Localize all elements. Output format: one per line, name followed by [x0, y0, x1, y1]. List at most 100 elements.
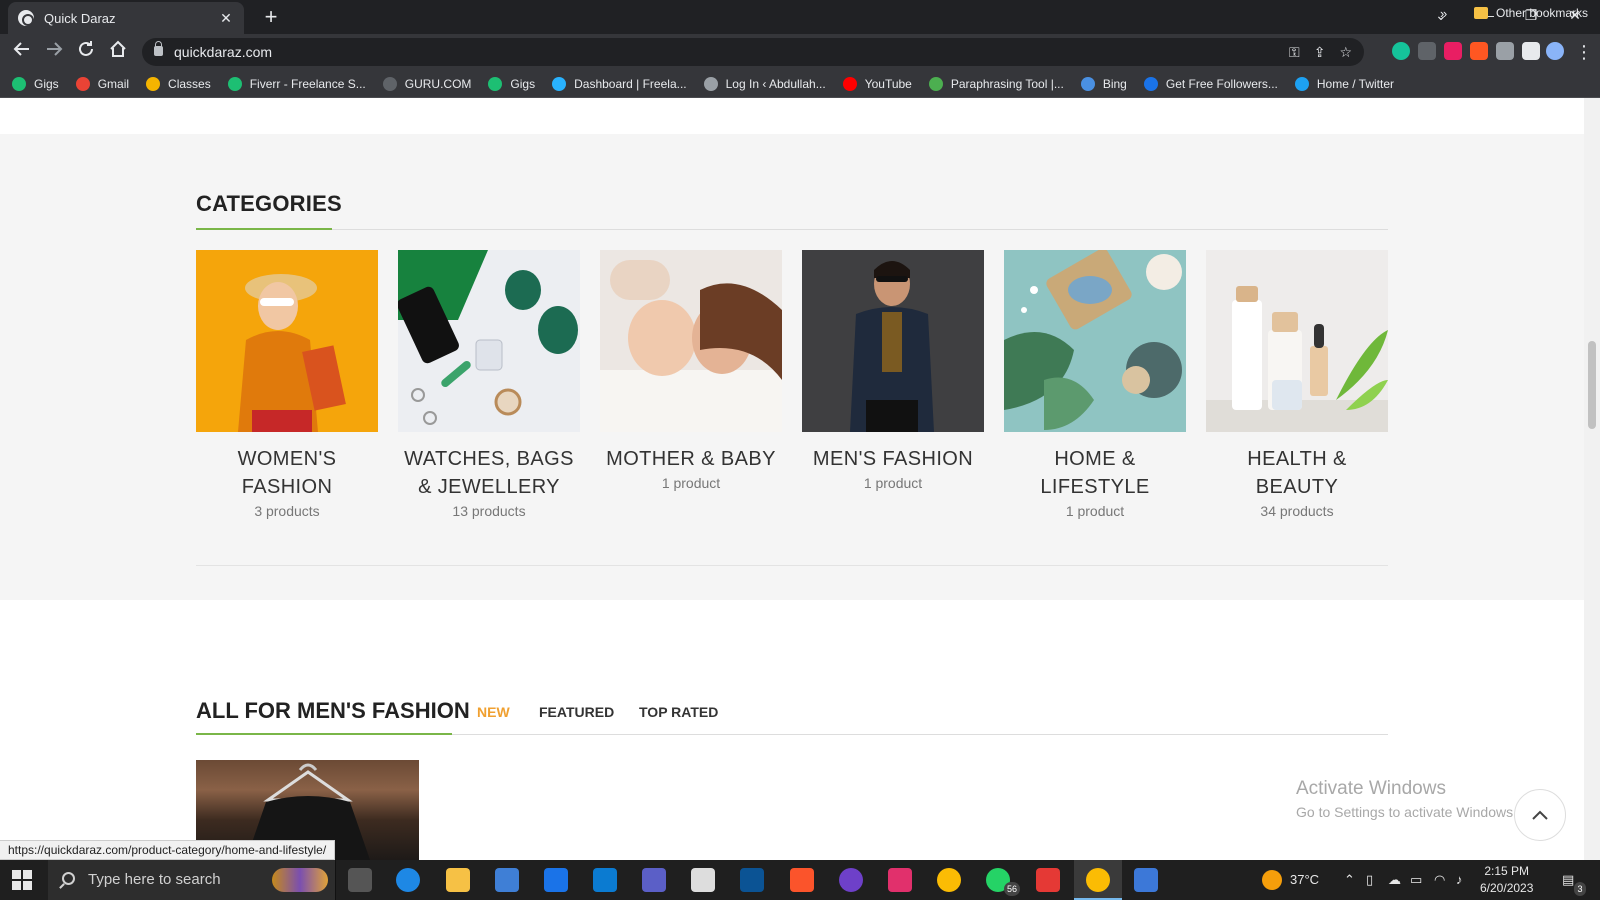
weather-sun-icon[interactable] — [1262, 870, 1282, 890]
tab-top-rated[interactable]: TOP RATED — [639, 704, 718, 720]
mail-icon[interactable] — [544, 868, 568, 892]
menu-kebab-icon[interactable]: ⋮ — [1572, 40, 1596, 64]
tab-close-icon[interactable]: ✕ — [218, 10, 234, 27]
category-image[interactable] — [802, 250, 984, 432]
volume-icon[interactable]: ♪ — [1456, 860, 1463, 900]
share-icon[interactable]: ⇪ — [1314, 38, 1326, 66]
category-image[interactable] — [1206, 250, 1388, 432]
chrome-active-icon[interactable] — [1086, 868, 1110, 892]
bookmark-item[interactable]: Home / Twitter — [1294, 76, 1394, 91]
activate-windows-subtitle: Go to Settings to activate Windows. — [1296, 804, 1517, 820]
bookmark-star-icon[interactable]: ☆ — [1339, 38, 1352, 66]
key-icon[interactable]: ⚿ — [1289, 38, 1300, 66]
bookmark-label: Fiverr - Freelance S... — [249, 76, 366, 91]
tray-chevron-up-icon[interactable]: ⌃ — [1344, 860, 1355, 900]
bookmark-label: Bing — [1102, 76, 1127, 91]
category-name[interactable]: HOME & LIFESTYLE — [1004, 445, 1186, 501]
notification-center-icon[interactable]: ▤ — [1562, 860, 1574, 900]
side-panel-icon[interactable] — [1522, 42, 1540, 60]
weather-temperature[interactable]: 37°C — [1290, 860, 1319, 900]
forward-button[interactable] — [42, 40, 66, 64]
bookmark-label: Get Free Followers... — [1165, 76, 1278, 91]
scroll-to-top-button[interactable] — [1514, 789, 1566, 841]
instagram-icon[interactable] — [888, 868, 912, 892]
bookmark-item[interactable]: GURU.COM — [382, 76, 471, 91]
dev-tool-icon[interactable] — [740, 868, 764, 892]
mens-fashion-heading: ALL FOR MEN'S FASHION — [196, 698, 470, 723]
bookmark-item[interactable]: Bing — [1080, 76, 1127, 91]
bookmark-item[interactable]: Dashboard | Freela... — [552, 76, 687, 91]
butterfly-highlight-icon — [272, 868, 328, 892]
brave-browser-icon[interactable] — [790, 868, 814, 892]
task-view-icon[interactable] — [348, 868, 372, 892]
bookmark-item[interactable]: Classes — [146, 76, 211, 91]
bookmark-label: YouTube — [864, 76, 912, 91]
network-app-icon[interactable] — [1134, 868, 1158, 892]
other-bookmarks[interactable]: Other bookmarks — [1474, 6, 1588, 20]
category-name[interactable]: WOMEN'S FASHION — [196, 445, 378, 501]
chrome-icon[interactable] — [937, 868, 961, 892]
bookmark-item[interactable]: Gmail — [75, 76, 129, 91]
bookmark-favicon-icon — [552, 76, 567, 91]
bookmark-item[interactable]: Paraphrasing Tool |... — [928, 76, 1064, 91]
category-name[interactable]: WATCHES, BAGS & JEWELLERY — [398, 445, 580, 501]
more-bookmarks-chevron-icon[interactable]: » — [1440, 6, 1447, 21]
battery-icon[interactable]: ▭ — [1410, 860, 1422, 900]
home-decor-flatlay-illustration — [1004, 250, 1182, 430]
category-card-watches-bags-jewellery[interactable]: WATCHES, BAGS & JEWELLERY 13 products — [398, 250, 580, 519]
tab-new[interactable]: NEW — [477, 704, 510, 720]
taskbar-search-box[interactable]: Type here to search — [48, 860, 336, 900]
file-explorer-icon[interactable] — [446, 868, 470, 892]
category-name[interactable]: MOTHER & BABY — [600, 445, 782, 473]
microsoft-store-icon[interactable] — [495, 868, 519, 892]
tab-featured[interactable]: FEATURED — [539, 704, 614, 720]
anydesk-icon[interactable] — [1036, 868, 1060, 892]
bookmark-item[interactable]: YouTube — [842, 76, 912, 91]
category-image[interactable] — [600, 250, 782, 432]
profile-avatar[interactable] — [1546, 42, 1564, 60]
grammarly-extension-icon[interactable] — [1392, 42, 1410, 60]
category-card-womens-fashion[interactable]: WOMEN'S FASHION 3 products — [196, 250, 378, 519]
address-bar[interactable]: quickdaraz.com ⚿ ⇪ ☆ — [142, 38, 1364, 66]
category-card-home-lifestyle[interactable]: HOME & LIFESTYLE 1 product — [1004, 250, 1186, 519]
category-card-mens-fashion[interactable]: MEN'S FASHION 1 product — [802, 250, 984, 491]
bookmark-item[interactable]: Fiverr - Freelance S... — [227, 76, 366, 91]
bookmark-label: Gigs — [34, 76, 59, 91]
tray-cloud-icon[interactable]: ☁ — [1388, 860, 1401, 900]
new-tab-button[interactable]: + — [258, 4, 284, 30]
edge-browser-icon[interactable] — [396, 868, 420, 892]
category-name[interactable]: MEN'S FASHION — [802, 445, 984, 473]
bookmark-favicon-icon — [75, 76, 90, 91]
bookmark-item[interactable]: Gigs — [12, 76, 59, 91]
power-automate-icon[interactable] — [642, 868, 666, 892]
category-name[interactable]: HEALTH & BEAUTY — [1206, 445, 1388, 501]
page-scrollbar[interactable] — [1584, 98, 1600, 860]
extension-icon[interactable] — [1470, 42, 1488, 60]
tray-device-icon[interactable]: ▯ — [1366, 860, 1373, 900]
category-card-health-beauty[interactable]: HEALTH & BEAUTY 34 products — [1206, 250, 1388, 519]
vscode-icon[interactable] — [593, 868, 617, 892]
category-image[interactable] — [196, 250, 378, 432]
system-clock[interactable]: 2:15 PM 6/20/2023 — [1480, 863, 1533, 897]
bookmark-favicon-icon — [703, 76, 718, 91]
puzzle-icon[interactable] — [1496, 42, 1514, 60]
extension-icon[interactable] — [1418, 42, 1436, 60]
reload-button[interactable] — [74, 40, 98, 64]
bookmark-item[interactable]: Log In ‹ Abdullah... — [703, 76, 826, 91]
scrollbar-thumb[interactable] — [1588, 341, 1596, 429]
wifi-icon[interactable]: ◠ — [1434, 860, 1445, 900]
bookmark-item[interactable]: Gigs — [488, 76, 535, 91]
app-icon[interactable] — [691, 868, 715, 892]
category-card-mother-baby[interactable]: MOTHER & BABY 1 product — [600, 250, 782, 491]
category-image[interactable] — [1004, 250, 1186, 432]
home-button[interactable] — [106, 40, 130, 64]
windows-start-button[interactable] — [12, 870, 32, 890]
cosmetic-bottles-illustration — [1206, 286, 1388, 432]
browser-tab[interactable]: Quick Daraz ✕ — [8, 2, 244, 34]
extension-icon[interactable] — [1444, 42, 1462, 60]
bookmark-item[interactable]: Get Free Followers... — [1143, 76, 1278, 91]
category-image[interactable] — [398, 250, 580, 432]
back-button[interactable] — [10, 40, 34, 64]
activate-windows-title: Activate Windows — [1296, 778, 1446, 799]
github-desktop-icon[interactable] — [839, 868, 863, 892]
